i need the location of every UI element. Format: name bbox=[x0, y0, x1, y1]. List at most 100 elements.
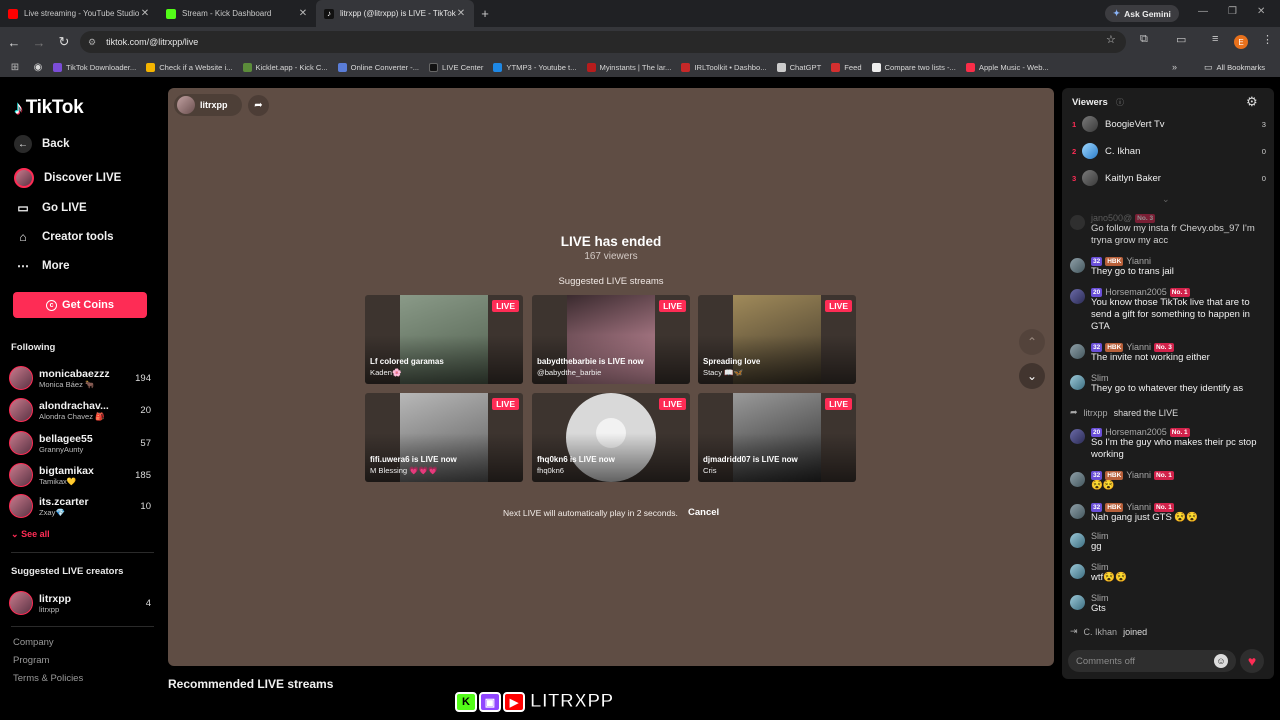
avatar bbox=[9, 398, 33, 422]
top-viewer-row[interactable]: 1 BoogieVert Tv 3 bbox=[1072, 114, 1266, 134]
bookmark-item[interactable]: YTMP3 - Youtube t... bbox=[493, 62, 577, 72]
tab-kick-dashboard[interactable]: Stream - Kick Dashboard ✕ bbox=[158, 0, 316, 27]
apps-grid-icon[interactable]: ⊞ bbox=[8, 62, 22, 73]
top-viewer-row[interactable]: 3 Kaitlyn Baker 0 bbox=[1072, 168, 1266, 188]
extensions-icon[interactable]: ⧉ bbox=[1140, 33, 1148, 46]
bookmark-item[interactable]: Compare two lists -... bbox=[871, 62, 956, 72]
media-controls-icon[interactable]: ≡ bbox=[1212, 33, 1218, 45]
ask-gemini-button[interactable]: ✦ Ask Gemini bbox=[1105, 5, 1179, 22]
suggested-stream-card[interactable]: LIVE babydthebarbie is LIVE now @babydth… bbox=[532, 295, 690, 384]
chat-username[interactable]: Slim bbox=[1091, 562, 1109, 572]
bookmark-item[interactable]: ChatGPT bbox=[776, 62, 821, 72]
close-tab-icon[interactable]: ✕ bbox=[456, 8, 466, 19]
bookmark-item[interactable]: LIVE Center bbox=[429, 62, 483, 72]
chat-username[interactable]: Yianni bbox=[1126, 502, 1151, 512]
bookmark-item[interactable]: IRLToolkit • Dashbo... bbox=[681, 62, 767, 72]
following-item[interactable]: alondrachav... Alondra Chavez 🎒 20 bbox=[9, 396, 151, 424]
tab-title: litrxpp (@litrxpp) is LIVE - TikTok bbox=[340, 9, 456, 18]
close-tab-icon[interactable]: ✕ bbox=[298, 8, 308, 19]
host-chip[interactable]: litrxpp bbox=[174, 94, 242, 116]
footer-terms-link[interactable]: Terms & Policies bbox=[13, 673, 83, 684]
reload-icon[interactable]: ↻ bbox=[53, 31, 75, 53]
bookmark-item[interactable]: TikTok Downloader... bbox=[53, 62, 137, 72]
chat-username[interactable]: Slim bbox=[1091, 593, 1109, 603]
suggested-stream-card[interactable]: LIVE djmadridd07 is LIVE now Cris bbox=[698, 393, 856, 482]
bookmark-item[interactable]: Check if a Website i... bbox=[146, 62, 233, 72]
suggested-stream-card[interactable]: LIVE fifi.uwera6 is LIVE now M Blessing … bbox=[365, 393, 523, 482]
profile-avatar[interactable]: E bbox=[1234, 35, 1248, 49]
bookmark-item[interactable]: Feed bbox=[831, 62, 862, 72]
tab-youtube-studio[interactable]: Live streaming - YouTube Studio ✕ bbox=[0, 0, 158, 27]
suggested-creator-item[interactable]: litrxpp litrxpp 4 bbox=[9, 589, 151, 617]
suggested-stream-card[interactable]: LIVE fhq0kn6 is LIVE now fhq0kn6 bbox=[532, 393, 690, 482]
nav-creator-tools[interactable]: ⌂ Creator tools bbox=[14, 228, 113, 246]
chat-username[interactable]: Horseman2005 bbox=[1105, 287, 1167, 297]
see-all-link[interactable]: ⌄ See all bbox=[11, 529, 50, 540]
creator-nickname: litrxpp bbox=[39, 604, 60, 614]
chat-username[interactable]: jano500@ bbox=[1091, 213, 1132, 223]
nav-discover-live[interactable]: Discover LIVE bbox=[14, 168, 121, 188]
all-bookmarks-button[interactable]: ▭ All Bookmarks bbox=[1204, 57, 1265, 77]
host-avatar bbox=[177, 96, 195, 114]
info-icon[interactable]: ⓘ bbox=[1116, 97, 1124, 108]
following-item[interactable]: bigtamikax Tamikax💛 185 bbox=[9, 461, 151, 489]
system-username[interactable]: litrxpp bbox=[1084, 408, 1108, 418]
following-item[interactable]: monicabaezzz Monica Báez 🐂 194 bbox=[9, 364, 151, 392]
footer-company-link[interactable]: Company bbox=[13, 637, 54, 648]
nav-more[interactable]: ⋯ More bbox=[14, 257, 69, 275]
get-coins-button[interactable]: c Get Coins bbox=[13, 292, 147, 318]
share-arrow-icon[interactable]: ➦ bbox=[248, 95, 269, 116]
bookmark-item[interactable]: Apple Music - Web... bbox=[965, 62, 1049, 72]
chrome-menu-icon[interactable]: ⋮ bbox=[1262, 33, 1273, 46]
comment-input[interactable]: Comments off bbox=[1068, 650, 1236, 672]
bookmark-label: TikTok Downloader... bbox=[66, 62, 137, 72]
cast-icon[interactable]: ▭ bbox=[1176, 33, 1186, 46]
suggested-stream-card[interactable]: LIVE Spreading love Stacy 📖🦋 bbox=[698, 295, 856, 384]
gemini-icon: ✦ bbox=[1113, 8, 1121, 18]
following-name: its.zcarter bbox=[39, 495, 89, 508]
top-viewer-row[interactable]: 2 C. Ikhan 0 bbox=[1072, 141, 1266, 161]
folder-icon: ▭ bbox=[1204, 61, 1213, 72]
address-bar[interactable]: ⚙ tiktok.com/@litrxpp/live bbox=[80, 31, 1126, 53]
nav-go-live[interactable]: ▭ Go LIVE bbox=[14, 199, 86, 217]
chevron-double-right-icon[interactable]: » bbox=[1172, 57, 1177, 77]
minimize-icon[interactable]: — bbox=[1198, 6, 1208, 17]
tab-tiktok-live[interactable]: ♪ litrxpp (@litrxpp) is LIVE - TikTok ✕ bbox=[316, 0, 474, 27]
chevron-down-icon[interactable]: ⌄ bbox=[1162, 194, 1170, 205]
close-window-icon[interactable]: ✕ bbox=[1257, 6, 1265, 17]
emoji-icon[interactable]: ☺ bbox=[1214, 654, 1228, 668]
chat-username[interactable]: Horseman2005 bbox=[1105, 427, 1167, 437]
close-tab-icon[interactable]: ✕ bbox=[140, 8, 150, 19]
heart-icon[interactable]: ♥ bbox=[1240, 649, 1264, 673]
chevron-down-icon[interactable]: ⌄ bbox=[1019, 363, 1045, 389]
following-nickname: GrannyAunty bbox=[39, 444, 84, 454]
chat-username[interactable]: Slim bbox=[1091, 373, 1109, 383]
forward-arrow-icon[interactable]: → bbox=[28, 31, 50, 53]
back-arrow-icon[interactable]: ← bbox=[3, 31, 25, 53]
globe-icon[interactable]: ◉ bbox=[32, 62, 44, 73]
chat-username[interactable]: Yianni bbox=[1126, 470, 1151, 480]
system-username[interactable]: C. Ikhan bbox=[1084, 627, 1118, 637]
footer-program-link[interactable]: Program bbox=[13, 655, 49, 666]
site-info-icon[interactable]: ⚙ bbox=[88, 37, 96, 48]
bookmark-star-icon[interactable]: ☆ bbox=[1106, 33, 1116, 46]
cancel-autoplay-button[interactable]: Cancel bbox=[688, 507, 719, 518]
suggested-stream-card[interactable]: LIVE Lf colored garamas Kaden🌸 bbox=[365, 295, 523, 384]
bookmark-item[interactable]: Myinstants | The lar... bbox=[586, 62, 671, 72]
new-tab-button[interactable]: + bbox=[474, 0, 496, 27]
chat-username[interactable]: Yianni bbox=[1126, 256, 1151, 266]
bookmark-item[interactable]: Online Converter -... bbox=[337, 62, 419, 72]
nav-back[interactable]: ← Back bbox=[14, 135, 70, 153]
restore-icon[interactable]: ❐ bbox=[1228, 6, 1237, 17]
tiktok-logo[interactable]: ♪ TikTok bbox=[14, 97, 84, 119]
gear-icon[interactable]: ⚙ bbox=[1246, 94, 1258, 110]
chat-username[interactable]: Slim bbox=[1091, 531, 1109, 541]
chat-username[interactable]: Yianni bbox=[1126, 342, 1151, 352]
viewer-count: 10 bbox=[140, 500, 151, 512]
chevron-up-icon[interactable]: ⌃ bbox=[1019, 329, 1045, 355]
following-item[interactable]: its.zcarter Zxay💎 10 bbox=[9, 492, 151, 520]
bookmark-item[interactable]: Kicklet.app - Kick C... bbox=[242, 62, 328, 72]
chat-message: Slim wtf😵😵 bbox=[1070, 562, 1270, 584]
chat-message: 32 HBK Yianni No. 1 😵😵 bbox=[1070, 470, 1270, 492]
following-item[interactable]: bellagee55 GrannyAunty 57 bbox=[9, 429, 151, 457]
